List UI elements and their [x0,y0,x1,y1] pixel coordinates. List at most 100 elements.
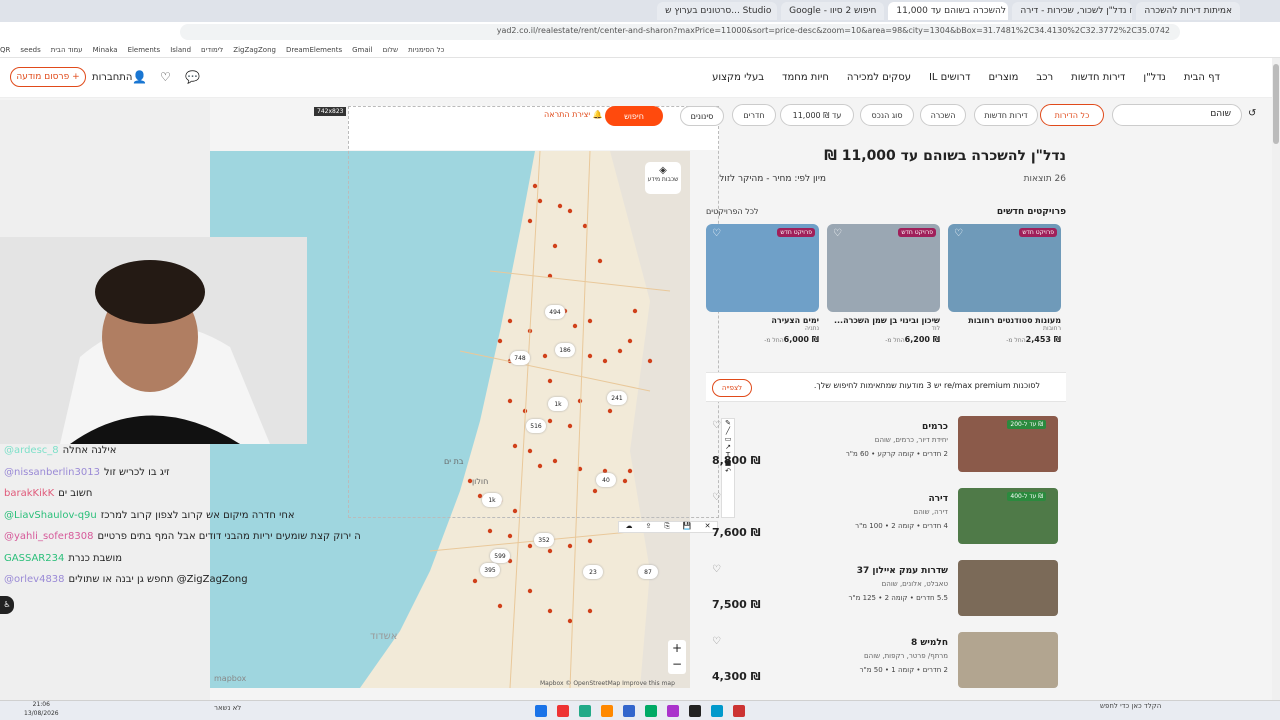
heart-icon[interactable]: ♡ [712,228,721,239]
accessibility-icon[interactable]: ♿ [0,596,14,614]
property-type-pill[interactable]: סוג הנכס [860,104,914,126]
listing-card[interactable]: חלמיש 8 מרתף/ פרטר, רקפות, שוהם 2 חדרים • … [706,632,1066,694]
banner-view-button[interactable]: לצפייה [712,379,752,397]
url-field[interactable]: yad2.co.il/realestate/rent/center-and-sh… [180,24,1180,40]
login-link[interactable]: התחברות [92,72,132,83]
taskbar-app-icon[interactable] [623,704,635,717]
listing-dot[interactable] [487,528,493,534]
bookmark-item[interactable]: כל הסימניות [408,46,444,54]
new-apartments-pill[interactable]: דירות חדשות [974,104,1038,126]
taskbar-app-icon[interactable] [667,704,679,717]
taskbar-app-icon[interactable] [733,704,745,717]
map-cluster[interactable]: 599 [490,549,510,563]
listing-card[interactable]: שדרות עמק איילון 37 טאבלט, אלונים, שוהם 5.… [706,560,1066,622]
all-projects-link[interactable]: לכל הפרויקטים [706,207,759,216]
heart-icon[interactable]: ♡ [712,492,721,503]
map-search-button[interactable]: חיפוש [605,106,663,126]
listing-dot[interactable] [527,543,533,549]
heart-icon[interactable]: ♡ [954,228,963,239]
bookmark-item[interactable]: seeds [20,46,40,54]
map-cluster[interactable]: 352 [534,533,554,547]
bookmark-item[interactable]: QR [0,46,10,54]
map-cluster[interactable]: 23 [583,565,603,579]
post-ad-button[interactable]: פרסום מודעה + [10,67,86,87]
nav-item[interactable]: רכב [1036,72,1053,83]
bookmark-item[interactable]: Minaka [93,46,118,54]
bookmark-item[interactable]: Elements [128,46,161,54]
taskbar-search[interactable]: הקלד כאן כדי לחפש [1100,702,1161,710]
chat-icon[interactable]: 💬 [185,70,200,84]
project-card[interactable]: פרויקט חדש ♡ ימים הצעירה נתניה ₪ 6,000החל מ- [706,224,819,354]
listing-dot[interactable] [527,588,533,594]
browser-tab[interactable]: סרטונים בערוץ ש... Studio [657,2,778,20]
taskbar-app-icon[interactable] [579,704,591,717]
zoom-out-button[interactable]: − [668,656,686,672]
nav-item[interactable]: דף הבית [1184,72,1220,83]
browser-tab[interactable]: נדל"ן להשכרה בשוהם עד 11,000 [888,2,1009,20]
map-attribution[interactable]: Mapbox © OpenStreetMap Improve this map [540,680,675,687]
zoom-in-button[interactable]: + [668,640,686,656]
capture-actions[interactable]: ☁ ⇪ ⎘ 💾 ✕ [618,521,718,533]
bookmark-item[interactable]: שלום [383,46,399,54]
rent-pill[interactable]: השכרה [920,104,966,126]
taskbar-app-icon[interactable] [601,704,613,717]
price-pill[interactable]: עד ₪ 11,000 [780,104,854,126]
weather-widget[interactable]: לא נשאר [214,704,241,712]
bookmark-item[interactable]: DreamElements [286,46,342,54]
taskbar-app-icon[interactable] [557,704,569,717]
browser-tab[interactable]: לוח נדל"ן לשכור, שכירות - דירה [1012,2,1133,20]
listing-dot[interactable] [547,608,553,614]
listing-dot[interactable] [497,603,503,609]
browser-tab[interactable]: אמיתות דירות להשכרה [1136,2,1240,20]
listing-dot[interactable] [567,543,573,549]
nav-item[interactable]: עסקים למכירה [847,72,911,83]
user-icon[interactable]: 👤 [132,70,147,84]
listing-dot[interactable] [587,608,593,614]
taskbar-app-icon[interactable] [689,704,701,717]
heart-icon[interactable]: ♡ [833,228,842,239]
all-apartments-pill[interactable]: כל הדירות [1040,104,1104,126]
nav-item[interactable]: נדל"ן [1143,72,1165,83]
filters-pill[interactable]: סינונים [680,106,724,126]
bookmark-item[interactable]: לימודים [201,46,223,54]
rooms-pill[interactable]: חדרים [732,104,776,126]
listing-dot[interactable] [472,578,478,584]
nav-item[interactable]: דרושים IL [929,72,971,83]
nav-item[interactable]: בעלי מקצוע [712,72,764,83]
heart-icon[interactable]: ♡ [712,636,721,647]
listing-dot[interactable] [587,538,593,544]
bookmark-item[interactable]: Island [170,46,191,54]
share-icon[interactable]: ⇪ [645,522,651,532]
copy-icon[interactable]: ⎘ [664,522,670,532]
nav-item[interactable]: דירות חדשות [1071,72,1125,83]
heart-icon[interactable]: ♡ [160,70,171,84]
browser-tab[interactable]: Google - חיפוש 2 סיוו [781,2,885,20]
project-card[interactable]: פרויקט חדש ♡ שיכון ובינוי בן שמן השכרה... ל… [827,224,940,354]
project-card[interactable]: פרויקט חדש ♡ מעונות סטודנטים רחובות רחובות ₪… [948,224,1061,354]
heart-icon[interactable]: ♡ [712,420,721,431]
taskbar-app-icon[interactable] [535,704,547,717]
nav-item[interactable]: חיות מחמד [782,72,829,83]
listing-price: ₪ 8,800 [712,454,761,467]
map-cluster[interactable]: 87 [638,565,658,579]
taskbar-app-icon[interactable] [711,704,723,717]
sort-dropdown[interactable]: מיון לפי: מחיר - מהיקר לזול [706,174,826,184]
scroll-thumb[interactable] [1273,64,1279,144]
taskbar-app-icon[interactable] [645,704,657,717]
save-icon[interactable]: 💾 [683,522,692,532]
listing-dot[interactable] [567,618,573,624]
map-cluster[interactable]: 395 [480,563,500,577]
listing-dot[interactable] [547,548,553,554]
create-alert-link[interactable]: יצירת התראה 🔔 [544,110,603,119]
bookmark-item[interactable]: עמוד הבית [51,46,83,54]
listing-dot[interactable] [507,533,513,539]
bookmark-item[interactable]: Gmail [352,46,372,54]
upload-icon[interactable]: ☁ [625,522,632,532]
listing-card[interactable]: עד ל-400 ₪ דירה דירה, שוהם 4 חדרים • קומה 2… [706,488,1066,550]
bookmark-item[interactable]: ZigZagZong [233,46,276,54]
listing-card[interactable]: עד ל-200 ₪ כרמים יחידת דיור, כרמים, שוהם 2 … [706,416,1066,478]
page-scrollbar[interactable] [1272,58,1280,700]
heart-icon[interactable]: ♡ [712,564,721,575]
taskbar-clock[interactable]: 21:06 13/08/2026 [24,700,59,718]
nav-item[interactable]: מוצרים [988,72,1018,83]
